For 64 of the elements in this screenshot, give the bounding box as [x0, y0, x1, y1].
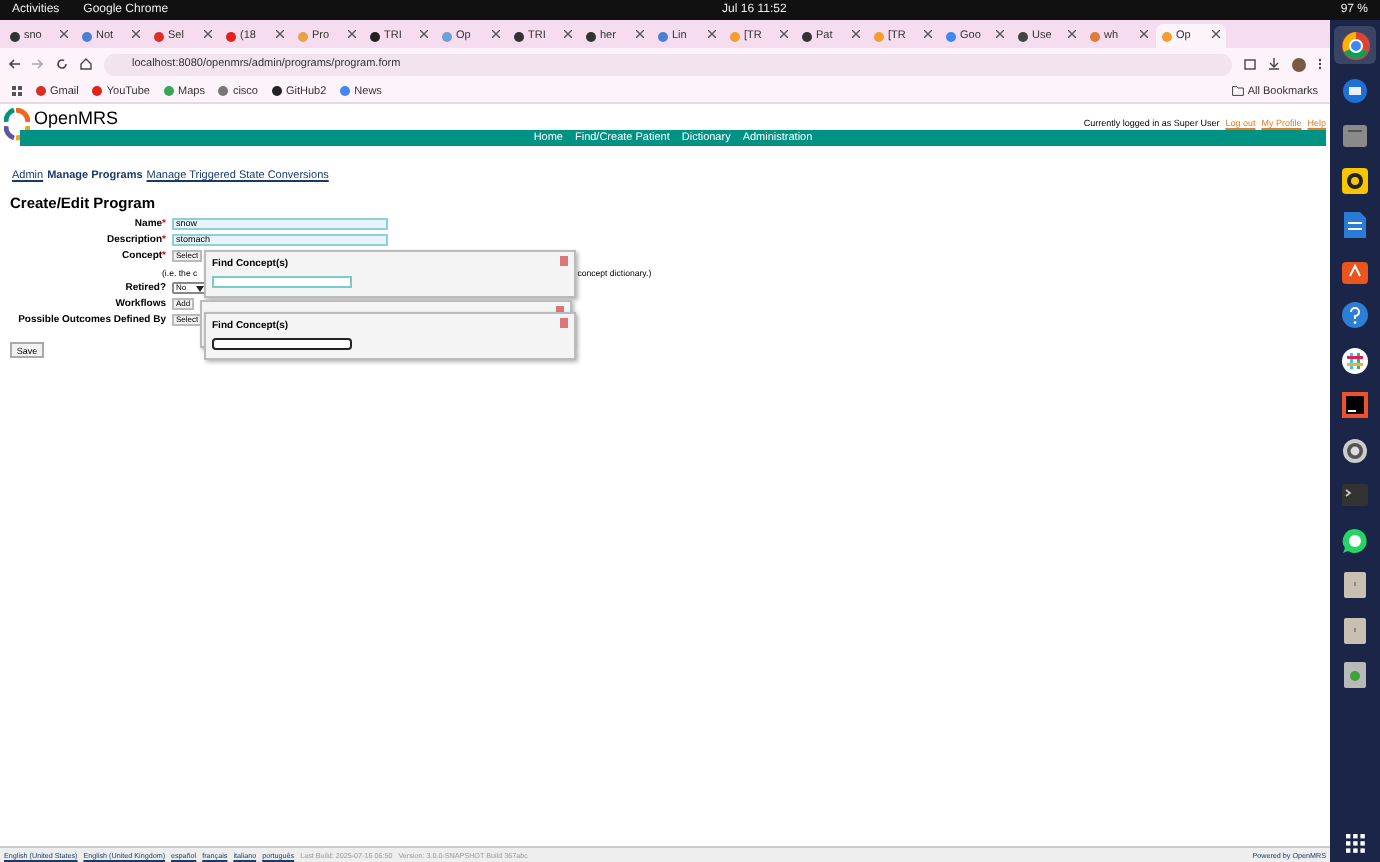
site-icon	[10, 31, 20, 41]
site-icon	[271, 86, 282, 96]
site-icon	[586, 31, 596, 41]
close-icon[interactable]	[60, 30, 68, 38]
close-icon[interactable]	[492, 30, 500, 38]
site-icon	[442, 31, 452, 41]
close-icon[interactable]	[348, 30, 356, 38]
site-icon	[370, 31, 380, 41]
folder-icon	[1231, 86, 1244, 96]
close-icon[interactable]	[996, 30, 1004, 38]
site-icon	[154, 31, 164, 41]
site-icon	[874, 31, 884, 41]
mail-icon	[1342, 77, 1368, 103]
close-icon[interactable]	[1140, 30, 1148, 38]
chrome-icon	[1341, 31, 1369, 59]
search-field[interactable]	[212, 276, 352, 288]
site-icon	[514, 31, 524, 41]
folder-icon	[1342, 123, 1368, 147]
settings-icon	[1342, 437, 1368, 463]
site-icon	[1090, 31, 1100, 41]
close-icon[interactable]	[564, 30, 572, 38]
help-icon	[1342, 302, 1368, 328]
close-icon[interactable]	[276, 30, 284, 38]
site-icon	[1162, 31, 1172, 41]
close-icon[interactable]	[1068, 30, 1076, 38]
file-icon	[1344, 617, 1366, 643]
terminal-icon	[1342, 484, 1368, 506]
hash-icon	[1342, 347, 1368, 373]
apps-grid-icon	[1345, 833, 1365, 853]
close-icon[interactable]	[132, 30, 140, 38]
close-icon[interactable]	[636, 30, 644, 38]
reload-icon[interactable]	[56, 58, 68, 70]
site-icon	[218, 86, 229, 96]
site-icon	[340, 86, 351, 96]
site-icon	[802, 31, 812, 41]
close-icon[interactable]	[420, 30, 428, 38]
close-icon[interactable]	[924, 30, 932, 38]
apps-grid-icon[interactable]	[12, 86, 22, 96]
caret-icon	[196, 285, 204, 291]
site-icon	[730, 31, 740, 41]
close-icon[interactable]	[204, 30, 212, 38]
home-icon[interactable]	[80, 58, 92, 70]
site-icon	[36, 86, 46, 96]
chat-bubble-icon	[1342, 527, 1368, 553]
back-arrow-icon[interactable]	[8, 58, 20, 70]
download-icon[interactable]	[1268, 58, 1280, 70]
document-icon	[1344, 212, 1366, 238]
file-icon	[1344, 572, 1366, 598]
site-icon	[226, 31, 236, 41]
avatar-icon[interactable]	[1292, 57, 1306, 71]
site-icon	[164, 86, 174, 96]
site-icon	[658, 31, 668, 41]
site-icon	[92, 86, 103, 96]
logo-text: OpenMRS	[34, 108, 119, 128]
close-icon[interactable]	[708, 30, 716, 38]
close-icon[interactable]	[780, 30, 788, 38]
site-icon	[82, 31, 92, 41]
site-icon	[298, 31, 308, 41]
site-icon	[946, 31, 956, 41]
close-icon[interactable]	[852, 30, 860, 38]
search-field[interactable]	[212, 338, 352, 350]
site-icon	[1018, 31, 1028, 41]
dock-item[interactable]	[1334, 26, 1376, 64]
close-icon[interactable]	[1212, 30, 1220, 38]
